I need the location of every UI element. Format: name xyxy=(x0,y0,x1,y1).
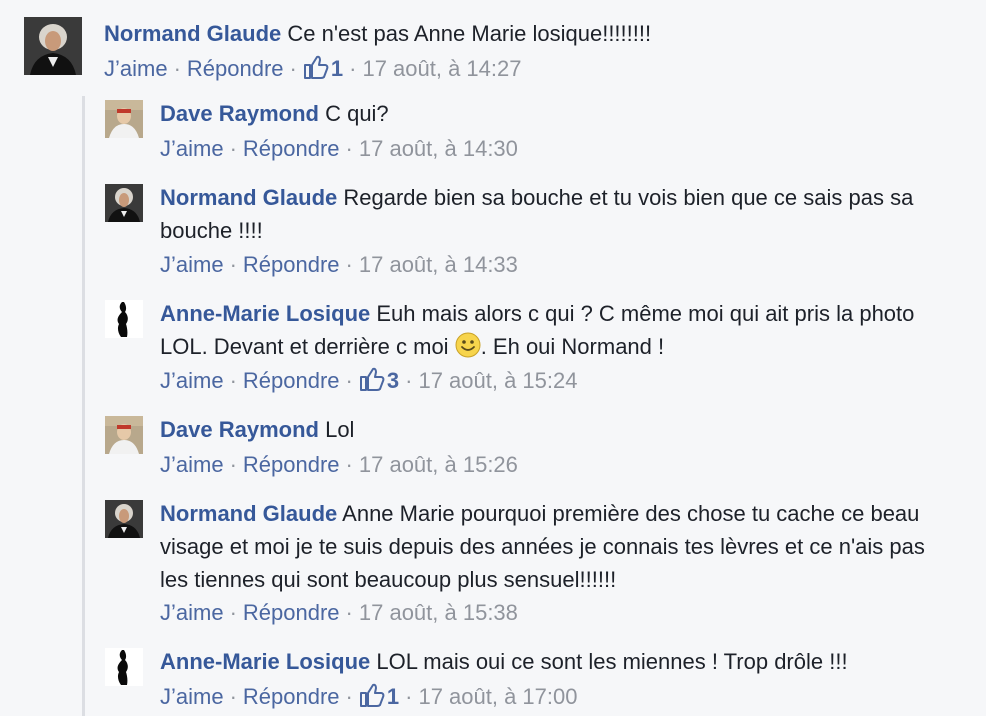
like-count-value: 1 xyxy=(386,684,400,709)
avatar-anne-marie xyxy=(105,300,143,338)
separator: · xyxy=(229,600,237,625)
avatar[interactable] xyxy=(105,300,143,338)
avatar[interactable] xyxy=(105,184,143,222)
smiley-emoji xyxy=(455,332,481,358)
like-count[interactable]: 1 xyxy=(303,55,344,81)
separator: · xyxy=(349,56,357,81)
avatar-dave xyxy=(105,100,143,138)
like-count[interactable]: 1 xyxy=(359,683,400,709)
like-link[interactable]: J’aime xyxy=(160,252,224,277)
reply-link[interactable]: Répondre xyxy=(243,684,340,709)
avatar-normand xyxy=(105,500,143,538)
timestamp[interactable]: 17 août, à 14:33 xyxy=(359,252,518,277)
like-count-value: 3 xyxy=(386,368,400,393)
comment-author[interactable]: Dave Raymond xyxy=(160,101,319,126)
comment-thread: Normand Glaude Ce n'est pas Anne Marie l… xyxy=(0,0,986,716)
like-link[interactable]: J’aime xyxy=(160,368,224,393)
separator: · xyxy=(345,452,353,477)
thumbs-up-icon xyxy=(303,55,329,79)
timestamp[interactable]: 17 août, à 15:24 xyxy=(418,368,577,393)
timestamp[interactable]: 17 août, à 17:00 xyxy=(418,684,577,709)
avatar[interactable] xyxy=(105,416,143,454)
like-count-value: 1 xyxy=(330,56,344,81)
separator: · xyxy=(345,252,353,277)
comment-author[interactable]: Normand Glaude xyxy=(160,185,337,210)
avatar-normand xyxy=(24,17,82,75)
separator: · xyxy=(405,684,413,709)
avatar[interactable] xyxy=(105,648,143,686)
timestamp[interactable]: 17 août, à 14:27 xyxy=(362,56,521,81)
avatar[interactable] xyxy=(105,500,143,538)
separator: · xyxy=(229,452,237,477)
timestamp[interactable]: 17 août, à 15:26 xyxy=(359,452,518,477)
reply-link[interactable]: Répondre xyxy=(187,56,284,81)
separator: · xyxy=(289,56,297,81)
comment-text: Ce n'est pas Anne Marie losique!!!!!!!! xyxy=(287,21,652,46)
like-link[interactable]: J’aime xyxy=(160,600,224,625)
separator: · xyxy=(405,368,413,393)
comment-text: LOL mais oui ce sont les miennes ! Trop … xyxy=(376,649,848,674)
reply-link[interactable]: Répondre xyxy=(243,452,340,477)
comment-author[interactable]: Dave Raymond xyxy=(160,417,319,442)
reply-link[interactable]: Répondre xyxy=(243,252,340,277)
like-link[interactable]: J’aime xyxy=(160,684,224,709)
separator: · xyxy=(345,684,353,709)
comment-author[interactable]: Normand Glaude xyxy=(104,21,281,46)
thumbs-up-icon xyxy=(359,367,385,391)
comment-text: Lol xyxy=(325,417,355,442)
comment-author[interactable]: Normand Glaude xyxy=(160,501,337,526)
timestamp[interactable]: 17 août, à 14:30 xyxy=(359,136,518,161)
avatar-normand xyxy=(105,184,143,222)
avatar-dave xyxy=(105,416,143,454)
separator: · xyxy=(345,600,353,625)
comment-author[interactable]: Anne-Marie Losique xyxy=(160,301,370,326)
separator: · xyxy=(229,368,237,393)
thumbs-up-icon xyxy=(359,683,385,707)
separator: · xyxy=(229,684,237,709)
reply-link[interactable]: Répondre xyxy=(243,600,340,625)
reply-link[interactable]: Répondre xyxy=(243,368,340,393)
separator: · xyxy=(229,252,237,277)
avatar[interactable] xyxy=(105,100,143,138)
like-link[interactable]: J’aime xyxy=(104,56,168,81)
like-link[interactable]: J’aime xyxy=(160,136,224,161)
separator: · xyxy=(173,56,181,81)
comment-author[interactable]: Anne-Marie Losique xyxy=(160,649,370,674)
comment-text-tail: . Eh oui Normand ! xyxy=(480,334,665,359)
comment-text: C qui? xyxy=(325,101,389,126)
timestamp[interactable]: 17 août, à 15:38 xyxy=(359,600,518,625)
separator: · xyxy=(345,368,353,393)
reply-link[interactable]: Répondre xyxy=(243,136,340,161)
avatar-anne-marie xyxy=(105,648,143,686)
avatar[interactable] xyxy=(24,17,82,75)
like-count[interactable]: 3 xyxy=(359,367,400,393)
separator: · xyxy=(229,136,237,161)
like-link[interactable]: J’aime xyxy=(160,452,224,477)
reply-thread-line xyxy=(82,96,85,716)
separator: · xyxy=(345,136,353,161)
